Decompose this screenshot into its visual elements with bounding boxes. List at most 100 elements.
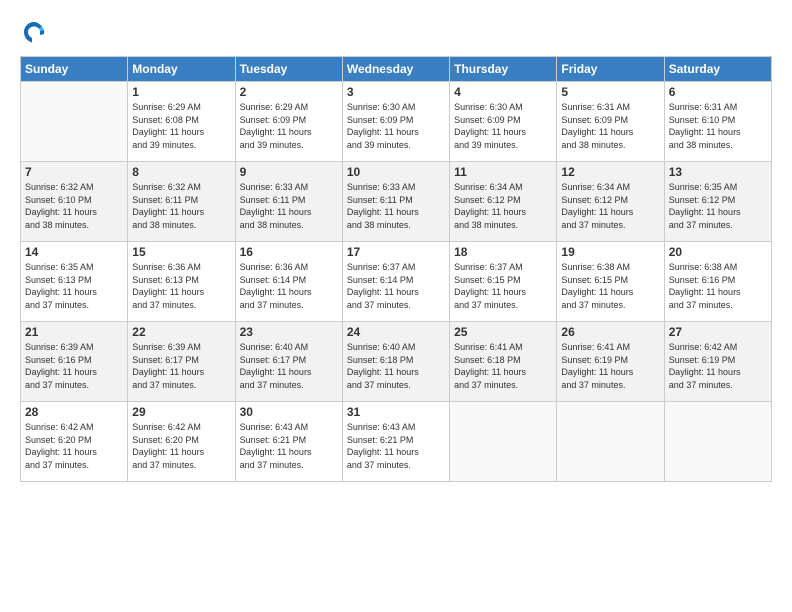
calendar-cell: 31 Sunrise: 6:43 AM Sunset: 6:21 PM Dayli… <box>342 402 449 482</box>
day-detail: Sunrise: 6:37 AM Sunset: 6:15 PM Dayligh… <box>454 261 552 311</box>
calendar-cell <box>21 82 128 162</box>
weekday-header-thursday: Thursday <box>450 57 557 82</box>
day-detail: Sunrise: 6:35 AM Sunset: 6:13 PM Dayligh… <box>25 261 123 311</box>
day-number: 6 <box>669 85 767 99</box>
day-number: 1 <box>132 85 230 99</box>
day-number: 9 <box>240 165 338 179</box>
weekday-header-wednesday: Wednesday <box>342 57 449 82</box>
calendar-cell: 2 Sunrise: 6:29 AM Sunset: 6:09 PM Daylig… <box>235 82 342 162</box>
day-number: 15 <box>132 245 230 259</box>
day-detail: Sunrise: 6:43 AM Sunset: 6:21 PM Dayligh… <box>347 421 445 471</box>
day-detail: Sunrise: 6:30 AM Sunset: 6:09 PM Dayligh… <box>454 101 552 151</box>
day-number: 25 <box>454 325 552 339</box>
calendar-cell: 30 Sunrise: 6:43 AM Sunset: 6:21 PM Dayli… <box>235 402 342 482</box>
day-detail: Sunrise: 6:42 AM Sunset: 6:20 PM Dayligh… <box>25 421 123 471</box>
day-detail: Sunrise: 6:29 AM Sunset: 6:09 PM Dayligh… <box>240 101 338 151</box>
calendar-table: SundayMondayTuesdayWednesdayThursdayFrid… <box>20 56 772 482</box>
day-detail: Sunrise: 6:36 AM Sunset: 6:14 PM Dayligh… <box>240 261 338 311</box>
calendar-cell: 22 Sunrise: 6:39 AM Sunset: 6:17 PM Dayli… <box>128 322 235 402</box>
calendar-cell: 19 Sunrise: 6:38 AM Sunset: 6:15 PM Dayli… <box>557 242 664 322</box>
week-row-4: 21 Sunrise: 6:39 AM Sunset: 6:16 PM Dayli… <box>21 322 772 402</box>
day-number: 29 <box>132 405 230 419</box>
day-number: 24 <box>347 325 445 339</box>
day-detail: Sunrise: 6:35 AM Sunset: 6:12 PM Dayligh… <box>669 181 767 231</box>
calendar-cell: 28 Sunrise: 6:42 AM Sunset: 6:20 PM Dayli… <box>21 402 128 482</box>
day-number: 8 <box>132 165 230 179</box>
day-number: 31 <box>347 405 445 419</box>
day-number: 17 <box>347 245 445 259</box>
day-detail: Sunrise: 6:31 AM Sunset: 6:10 PM Dayligh… <box>669 101 767 151</box>
day-detail: Sunrise: 6:43 AM Sunset: 6:21 PM Dayligh… <box>240 421 338 471</box>
calendar-cell: 4 Sunrise: 6:30 AM Sunset: 6:09 PM Daylig… <box>450 82 557 162</box>
day-detail: Sunrise: 6:36 AM Sunset: 6:13 PM Dayligh… <box>132 261 230 311</box>
calendar-cell: 25Sunrise: 6:41 AM Sunset: 6:18 PM Dayli… <box>450 322 557 402</box>
day-number: 2 <box>240 85 338 99</box>
calendar-cell: 14 Sunrise: 6:35 AM Sunset: 6:13 PM Dayli… <box>21 242 128 322</box>
day-number: 11 <box>454 165 552 179</box>
calendar-cell: 15 Sunrise: 6:36 AM Sunset: 6:13 PM Dayli… <box>128 242 235 322</box>
week-row-3: 14 Sunrise: 6:35 AM Sunset: 6:13 PM Dayli… <box>21 242 772 322</box>
day-number: 30 <box>240 405 338 419</box>
day-number: 3 <box>347 85 445 99</box>
day-number: 28 <box>25 405 123 419</box>
calendar-cell <box>664 402 771 482</box>
day-number: 21 <box>25 325 123 339</box>
day-detail: Sunrise: 6:40 AM Sunset: 6:18 PM Dayligh… <box>347 341 445 391</box>
weekday-header-sunday: Sunday <box>21 57 128 82</box>
calendar-cell: 11 Sunrise: 6:34 AM Sunset: 6:12 PM Dayli… <box>450 162 557 242</box>
day-number: 14 <box>25 245 123 259</box>
day-number: 5 <box>561 85 659 99</box>
week-row-2: 7 Sunrise: 6:32 AM Sunset: 6:10 PM Daylig… <box>21 162 772 242</box>
calendar-cell: 18 Sunrise: 6:37 AM Sunset: 6:15 PM Dayli… <box>450 242 557 322</box>
day-detail: Sunrise: 6:41 AM Sunset: 6:19 PM Dayligh… <box>561 341 659 391</box>
day-number: 13 <box>669 165 767 179</box>
day-number: 22 <box>132 325 230 339</box>
calendar-cell: 23Sunrise: 6:40 AM Sunset: 6:17 PM Dayli… <box>235 322 342 402</box>
calendar-cell: 9 Sunrise: 6:33 AM Sunset: 6:11 PM Daylig… <box>235 162 342 242</box>
calendar-cell: 8 Sunrise: 6:32 AM Sunset: 6:11 PM Daylig… <box>128 162 235 242</box>
calendar-cell: 27Sunrise: 6:42 AM Sunset: 6:19 PM Dayli… <box>664 322 771 402</box>
calendar-cell: 1 Sunrise: 6:29 AM Sunset: 6:08 PM Daylig… <box>128 82 235 162</box>
day-detail: Sunrise: 6:39 AM Sunset: 6:16 PM Dayligh… <box>25 341 123 391</box>
calendar-cell: 6 Sunrise: 6:31 AM Sunset: 6:10 PM Daylig… <box>664 82 771 162</box>
day-number: 18 <box>454 245 552 259</box>
calendar-cell <box>450 402 557 482</box>
calendar-cell: 21 Sunrise: 6:39 AM Sunset: 6:16 PM Dayli… <box>21 322 128 402</box>
day-detail: Sunrise: 6:34 AM Sunset: 6:12 PM Dayligh… <box>561 181 659 231</box>
weekday-header-row: SundayMondayTuesdayWednesdayThursdayFrid… <box>21 57 772 82</box>
day-detail: Sunrise: 6:34 AM Sunset: 6:12 PM Dayligh… <box>454 181 552 231</box>
day-number: 10 <box>347 165 445 179</box>
weekday-header-tuesday: Tuesday <box>235 57 342 82</box>
calendar-cell: 5Sunrise: 6:31 AM Sunset: 6:09 PM Daylig… <box>557 82 664 162</box>
day-detail: Sunrise: 6:32 AM Sunset: 6:11 PM Dayligh… <box>132 181 230 231</box>
day-detail: Sunrise: 6:38 AM Sunset: 6:15 PM Dayligh… <box>561 261 659 311</box>
logo-icon <box>20 18 48 46</box>
calendar-cell: 10Sunrise: 6:33 AM Sunset: 6:11 PM Dayli… <box>342 162 449 242</box>
day-detail: Sunrise: 6:29 AM Sunset: 6:08 PM Dayligh… <box>132 101 230 151</box>
calendar-cell: 3Sunrise: 6:30 AM Sunset: 6:09 PM Daylig… <box>342 82 449 162</box>
day-number: 16 <box>240 245 338 259</box>
calendar-cell: 12 Sunrise: 6:34 AM Sunset: 6:12 PM Dayli… <box>557 162 664 242</box>
calendar-cell: 13 Sunrise: 6:35 AM Sunset: 6:12 PM Dayli… <box>664 162 771 242</box>
calendar-cell: 20Sunrise: 6:38 AM Sunset: 6:16 PM Dayli… <box>664 242 771 322</box>
day-number: 12 <box>561 165 659 179</box>
day-detail: Sunrise: 6:37 AM Sunset: 6:14 PM Dayligh… <box>347 261 445 311</box>
calendar-cell: 7 Sunrise: 6:32 AM Sunset: 6:10 PM Daylig… <box>21 162 128 242</box>
day-number: 19 <box>561 245 659 259</box>
header <box>20 18 772 46</box>
calendar-cell: 29 Sunrise: 6:42 AM Sunset: 6:20 PM Dayli… <box>128 402 235 482</box>
week-row-1: 1 Sunrise: 6:29 AM Sunset: 6:08 PM Daylig… <box>21 82 772 162</box>
calendar-cell: 17 Sunrise: 6:37 AM Sunset: 6:14 PM Dayli… <box>342 242 449 322</box>
day-number: 27 <box>669 325 767 339</box>
day-number: 23 <box>240 325 338 339</box>
week-row-5: 28 Sunrise: 6:42 AM Sunset: 6:20 PM Dayli… <box>21 402 772 482</box>
day-number: 7 <box>25 165 123 179</box>
day-detail: Sunrise: 6:39 AM Sunset: 6:17 PM Dayligh… <box>132 341 230 391</box>
day-detail: Sunrise: 6:42 AM Sunset: 6:20 PM Dayligh… <box>132 421 230 471</box>
day-detail: Sunrise: 6:32 AM Sunset: 6:10 PM Dayligh… <box>25 181 123 231</box>
day-detail: Sunrise: 6:33 AM Sunset: 6:11 PM Dayligh… <box>240 181 338 231</box>
calendar-cell: 26Sunrise: 6:41 AM Sunset: 6:19 PM Dayli… <box>557 322 664 402</box>
day-number: 4 <box>454 85 552 99</box>
weekday-header-friday: Friday <box>557 57 664 82</box>
calendar-page: SundayMondayTuesdayWednesdayThursdayFrid… <box>0 0 792 612</box>
